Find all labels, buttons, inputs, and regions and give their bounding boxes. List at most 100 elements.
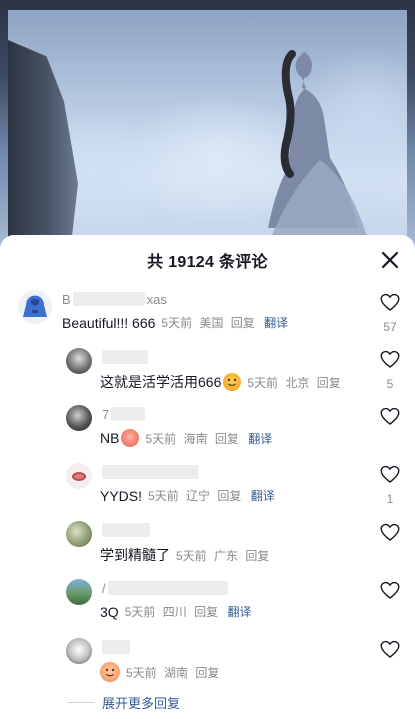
author-name-prefix: /: [102, 580, 106, 596]
comment-meta: 5天前 海南 回复 翻译: [145, 430, 276, 447]
video-figure: [268, 50, 368, 240]
heart-outline-icon: [380, 523, 400, 541]
expand-more-label[interactable]: 展开更多回复: [102, 693, 180, 712]
like-button[interactable]: [379, 523, 401, 542]
comment-location: 北京: [285, 375, 310, 390]
like-button[interactable]: 1: [379, 465, 401, 506]
reply-item[interactable]: 这就是活学活用666 5天前 北京 回复: [66, 348, 345, 392]
translate-button[interactable]: 翻译: [227, 605, 251, 619]
comment-time: 5天前: [176, 548, 207, 563]
translate-button[interactable]: 翻译: [248, 432, 272, 446]
reply-button[interactable]: 回复: [215, 432, 239, 446]
reply-item[interactable]: 学到精髓了 5天前 广东 回复: [66, 521, 273, 565]
like-button[interactable]: [379, 581, 401, 600]
avatar[interactable]: [66, 579, 92, 605]
comment-text: 学到精髓了: [100, 547, 170, 563]
avatar[interactable]: [66, 521, 92, 547]
comment-location: 湖南: [164, 665, 189, 680]
emoji-icon: [100, 662, 120, 682]
like-count: 57: [383, 320, 397, 334]
author-name-prefix: B: [62, 291, 71, 307]
reply-item[interactable]: YYDS! 5天前 辽宁 回复 翻译: [66, 463, 279, 504]
comment-text: 3Q: [100, 603, 119, 620]
like-count: 1: [386, 492, 394, 506]
comment-meta: 5天前 湖南 回复: [126, 664, 223, 681]
heart-outline-icon: [380, 640, 400, 658]
comment-author[interactable]: [102, 463, 279, 481]
blurred-name: [107, 581, 228, 595]
author-name-suffix: xas: [146, 291, 167, 307]
close-icon[interactable]: [379, 249, 401, 271]
heart-outline-icon: [380, 293, 400, 311]
blurred-name: [72, 292, 145, 306]
comment-text: YYDS!: [100, 487, 143, 504]
comment-meta: 5天前 北京 回复: [247, 374, 344, 391]
comment-location: 四川: [162, 605, 187, 619]
comment-location: 广东: [214, 548, 239, 563]
like-button[interactable]: [379, 640, 401, 659]
reply-button[interactable]: 回复: [217, 489, 241, 503]
reply-button[interactable]: 回复: [195, 666, 219, 680]
comment-location: 美国: [199, 316, 224, 330]
reply-button[interactable]: 回复: [317, 376, 341, 390]
heart-outline-icon: [380, 407, 400, 425]
blurred-name: [102, 350, 148, 364]
avatar[interactable]: [66, 463, 92, 489]
comment-time: 5天前: [247, 375, 279, 390]
hoodie-avatar-icon: [23, 295, 47, 317]
blurred-name: [102, 640, 130, 654]
comment-time: 5天前: [161, 316, 193, 330]
reply-item[interactable]: / 3Q 5天前 四川 回复 翻译: [66, 579, 255, 620]
comment-meta: 5天前 四川 回复 翻译: [125, 603, 256, 620]
comment-time: 5天前: [126, 665, 157, 680]
comment-author[interactable]: /: [102, 579, 255, 597]
comment-location: 辽宁: [186, 489, 211, 503]
avatar[interactable]: [66, 638, 92, 664]
comment-time: 5天前: [145, 431, 177, 446]
reply-button[interactable]: 回复: [245, 549, 269, 563]
emoji-icon: [223, 373, 242, 391]
heart-outline-icon: [380, 581, 400, 599]
like-button[interactable]: [379, 407, 401, 426]
blurred-name: [102, 465, 198, 479]
translate-button[interactable]: 翻译: [264, 316, 288, 330]
comment-text: NB: [100, 430, 120, 446]
comment-text: Beautiful!!! 666: [62, 314, 156, 331]
comment-author[interactable]: 7: [102, 405, 276, 423]
comment-author[interactable]: [102, 348, 345, 366]
avatar[interactable]: [66, 405, 92, 431]
like-count: 5: [386, 377, 394, 391]
comment-text: 这就是活学活用666: [100, 374, 222, 390]
comment-meta: 5天前 美国 回复 翻译: [161, 314, 292, 331]
reply-item[interactable]: 7 NB 5天前 海南 回复 翻译: [66, 405, 276, 447]
reply-button[interactable]: 回复: [231, 316, 255, 330]
like-button[interactable]: 57: [379, 293, 401, 334]
comment-location: 海南: [183, 431, 208, 446]
avatar[interactable]: [18, 290, 52, 324]
comment-author[interactable]: [102, 521, 273, 539]
reply-item[interactable]: 5天前 湖南 回复: [66, 638, 223, 682]
blurred-name: [111, 407, 146, 421]
heart-outline-icon: [380, 350, 400, 368]
translate-button[interactable]: 翻译: [251, 489, 275, 503]
comment-time: 5天前: [148, 489, 179, 503]
comment-author[interactable]: [102, 638, 223, 656]
author-name-prefix: 7: [102, 406, 110, 422]
comment-item[interactable]: B xas Beautiful!!! 666 5天前 美国 回复 翻译: [18, 290, 292, 331]
comment-time: 5天前: [124, 605, 156, 619]
expand-divider: [68, 702, 94, 703]
emoji-icon: [121, 429, 140, 447]
heart-outline-icon: [380, 465, 400, 483]
avatar[interactable]: [66, 348, 92, 374]
sheet-header: 共 19124 条评论: [0, 235, 415, 285]
like-button[interactable]: 5: [379, 350, 401, 391]
blurred-name: [102, 523, 150, 537]
comment-sheet: 共 19124 条评论 B xas Beautiful!!! 666 5天前 美…: [0, 235, 415, 719]
comment-author[interactable]: B xas: [62, 290, 292, 308]
video-player[interactable]: [0, 0, 415, 250]
expand-more-replies[interactable]: 展开更多回复: [68, 693, 180, 712]
comment-count-title: 共 19124 条评论: [147, 254, 268, 271]
comment-meta: 5天前 广东 回复: [176, 547, 273, 564]
reply-button[interactable]: 回复: [194, 605, 218, 619]
comment-meta: 5天前 辽宁 回复 翻译: [148, 487, 279, 504]
